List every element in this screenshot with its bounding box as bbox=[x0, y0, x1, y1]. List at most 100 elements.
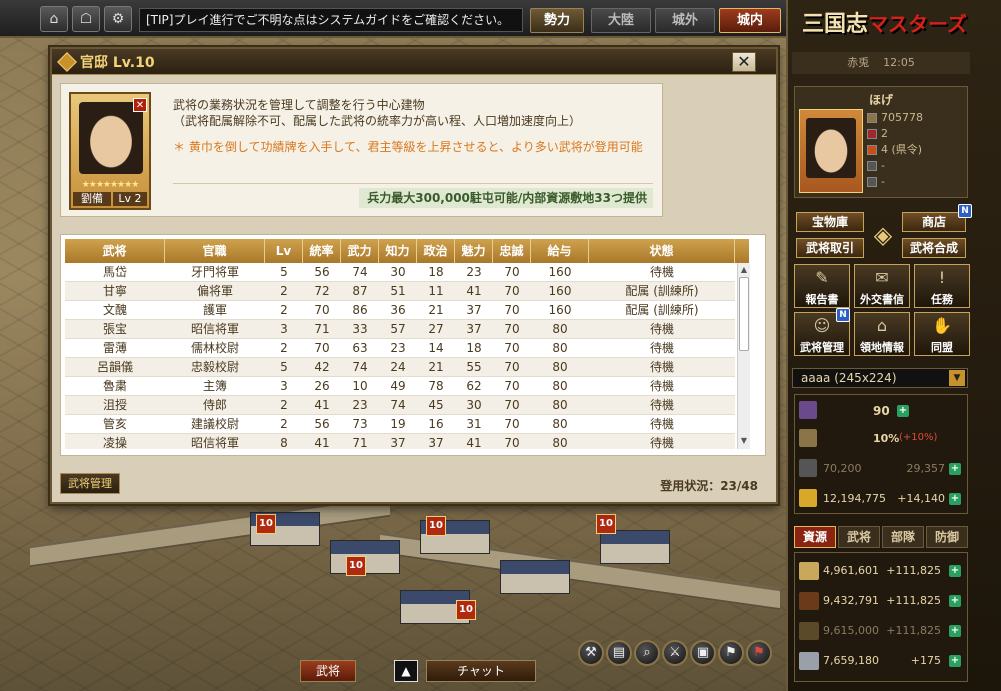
table-row[interactable]: 馬岱 牙門将軍 5 56 74 30 18 23 70 160 待機 bbox=[65, 263, 735, 282]
seal-icon bbox=[867, 129, 877, 139]
gear-icon[interactable]: ⚙ bbox=[104, 6, 132, 32]
column-header[interactable]: 知力 bbox=[379, 239, 417, 263]
table-cell: 2 bbox=[280, 398, 288, 412]
general-merge-button[interactable]: 武将合成 bbox=[902, 238, 966, 258]
generals-table: 武将 官職 Lv 統率 武力 知力 政治 魅力 忠誠 給与 状態 馬岱 牙門将軍 5 56 74 30 18 23… bbox=[60, 234, 766, 456]
table-row[interactable]: 張宝 昭信将軍 3 71 33 57 27 37 70 80 待機 bbox=[65, 320, 735, 339]
iron-icon bbox=[799, 652, 819, 670]
player-portrait[interactable] bbox=[799, 109, 863, 193]
tab-resources[interactable]: 資源 bbox=[794, 526, 836, 548]
expand-arrow-icon[interactable]: ▲ bbox=[394, 660, 418, 682]
add-gold-button[interactable]: + bbox=[949, 493, 961, 505]
table-cell: 23 bbox=[466, 265, 482, 279]
map-building[interactable] bbox=[600, 530, 670, 564]
bottom-tabs: 武将 チャット ▲ bbox=[296, 658, 586, 682]
outside-castle-button[interactable]: 城外 bbox=[655, 8, 715, 33]
table-cell: 86 bbox=[352, 303, 368, 317]
add-iron-button[interactable]: + bbox=[949, 655, 961, 667]
tip-ticker[interactable]: [TIP]プレイ進行でご不明な点はシステムガイドをご確認ください。 bbox=[139, 8, 523, 32]
report-button[interactable]: ✎ 報告書 bbox=[794, 264, 850, 308]
city-select[interactable]: aaaa (245x224) ▼ bbox=[792, 368, 968, 388]
magnifier-icon[interactable]: ⌕ bbox=[634, 640, 660, 666]
hammer-icon[interactable]: ⚒ bbox=[578, 640, 604, 666]
table-row[interactable]: 甘寧 偏将軍 2 72 87 51 11 41 70 160 配属 (訓練所) bbox=[65, 282, 735, 301]
add-food-button[interactable]: + bbox=[949, 565, 961, 577]
column-header[interactable]: 政治 bbox=[417, 239, 455, 263]
table-cell: 36 bbox=[390, 303, 406, 317]
tab-units[interactable]: 部隊 bbox=[882, 526, 924, 548]
bookmark-icon[interactable]: ☖ bbox=[72, 6, 100, 32]
continent-button[interactable]: 大陸 bbox=[591, 8, 651, 33]
column-header[interactable]: 魅力 bbox=[455, 239, 493, 263]
people-icon bbox=[799, 459, 817, 477]
table-row[interactable]: 沮授 侍郎 2 41 23 74 45 30 70 80 待機 bbox=[65, 396, 735, 415]
table-cell: 70 bbox=[504, 322, 520, 336]
territory-button[interactable]: ⌂ 領地情報 bbox=[854, 312, 910, 356]
tab-chat[interactable]: チャット bbox=[426, 660, 536, 682]
scroll-thumb[interactable] bbox=[739, 277, 749, 351]
red-flag-icon[interactable]: ⚑ bbox=[746, 640, 772, 666]
add-troops-button[interactable]: + bbox=[897, 405, 909, 417]
mission-button[interactable]: ! 任務 bbox=[914, 264, 970, 308]
column-header[interactable]: Lv bbox=[265, 239, 303, 263]
map-building[interactable] bbox=[500, 560, 570, 594]
chevron-down-icon[interactable]: ▼ bbox=[949, 370, 965, 386]
tab-general[interactable]: 武将 bbox=[300, 660, 356, 682]
diplomacy-button[interactable]: ✉ 外交書信 bbox=[854, 264, 910, 308]
add-population-button[interactable]: + bbox=[949, 463, 961, 475]
resource-row-horse: 9,432,791 +111,825 + bbox=[799, 589, 965, 613]
scroll-down-icon[interactable]: ▼ bbox=[739, 435, 749, 447]
home-icon[interactable]: ⌂ bbox=[40, 6, 68, 32]
table-cell: 待機 bbox=[649, 398, 674, 412]
table-row[interactable]: 魯粛 主簿 3 26 10 49 78 62 70 80 待機 bbox=[65, 377, 735, 396]
table-row[interactable]: 呂韻儀 忠毅校尉 5 42 74 24 21 55 70 80 待機 bbox=[65, 358, 735, 377]
add-wood-button[interactable]: + bbox=[949, 625, 961, 637]
column-header[interactable]: 官職 bbox=[165, 239, 265, 263]
table-cell: 63 bbox=[352, 341, 368, 355]
shop-button[interactable]: 商店 bbox=[902, 212, 966, 232]
column-header[interactable]: 武将 bbox=[65, 239, 165, 263]
new-badge: N bbox=[836, 308, 850, 322]
table-cell: 2 bbox=[280, 284, 288, 298]
power-button[interactable]: 勢力 bbox=[530, 8, 584, 33]
table-cell: 沮授 bbox=[102, 398, 127, 412]
table-cell: 16 bbox=[428, 417, 444, 431]
general-portrait[interactable]: ✕ ★★★★★★★★ 劉備 Lv 2 bbox=[69, 92, 151, 210]
table-cell: 8 bbox=[280, 436, 288, 449]
new-badge: N bbox=[958, 204, 972, 218]
column-header[interactable]: 状態 bbox=[589, 239, 735, 263]
table-cell: 3 bbox=[280, 322, 288, 336]
table-cell: 10 bbox=[352, 379, 368, 393]
book-icon[interactable]: ▤ bbox=[606, 640, 632, 666]
tab-defense[interactable]: 防御 bbox=[926, 526, 968, 548]
alliance-button[interactable]: ✋ 同盟 bbox=[914, 312, 970, 356]
table-body[interactable]: 馬岱 牙門将軍 5 56 74 30 18 23 70 160 待機 甘寧 偏将軍 2 72 87 51 11 41… bbox=[65, 263, 735, 449]
general-trade-button[interactable]: 武将取引 bbox=[796, 238, 864, 258]
table-row[interactable]: 文醜 護軍 2 70 86 36 21 37 70 160 配属 (訓練所) bbox=[65, 301, 735, 320]
table-row[interactable]: 雷薄 儒林校尉 2 70 63 23 14 18 70 80 待機 bbox=[65, 339, 735, 358]
table-cell: 71 bbox=[314, 322, 330, 336]
description-line: 武将の業務状況を管理して調整を行う中心建物 bbox=[173, 98, 425, 112]
column-header[interactable]: 忠誠 bbox=[493, 239, 531, 263]
building-level-badge: 10 bbox=[256, 514, 276, 534]
add-horse-button[interactable]: + bbox=[949, 595, 961, 607]
remove-icon[interactable]: ✕ bbox=[133, 98, 147, 112]
scroll-up-icon[interactable]: ▲ bbox=[739, 264, 749, 276]
inside-castle-button[interactable]: 城内 bbox=[719, 8, 781, 33]
portrait-name: 劉備 bbox=[73, 192, 111, 206]
horse-icon bbox=[799, 592, 819, 610]
table-cell: 18 bbox=[428, 265, 444, 279]
table-row[interactable]: 凌操 昭信将軍 8 41 71 37 37 41 70 80 待機 bbox=[65, 434, 735, 449]
close-button[interactable]: ✕ bbox=[732, 52, 756, 72]
tab-generals[interactable]: 武将 bbox=[838, 526, 880, 548]
blue-flag-icon[interactable]: ⚑ bbox=[718, 640, 744, 666]
table-row[interactable]: 管亥 建議校尉 2 56 73 19 16 31 70 80 待機 bbox=[65, 415, 735, 434]
column-header[interactable]: 統率 bbox=[303, 239, 341, 263]
column-header[interactable]: 武力 bbox=[341, 239, 379, 263]
column-header[interactable]: 給与 bbox=[531, 239, 589, 263]
chest-icon[interactable]: ▣ bbox=[690, 640, 716, 666]
table-scrollbar[interactable]: ▲ ▼ bbox=[737, 263, 750, 449]
sword-icon[interactable]: ⚔ bbox=[662, 640, 688, 666]
treasury-button[interactable]: 宝物庫 bbox=[796, 212, 864, 232]
general-manage-button[interactable]: 武将管理 bbox=[60, 473, 120, 494]
